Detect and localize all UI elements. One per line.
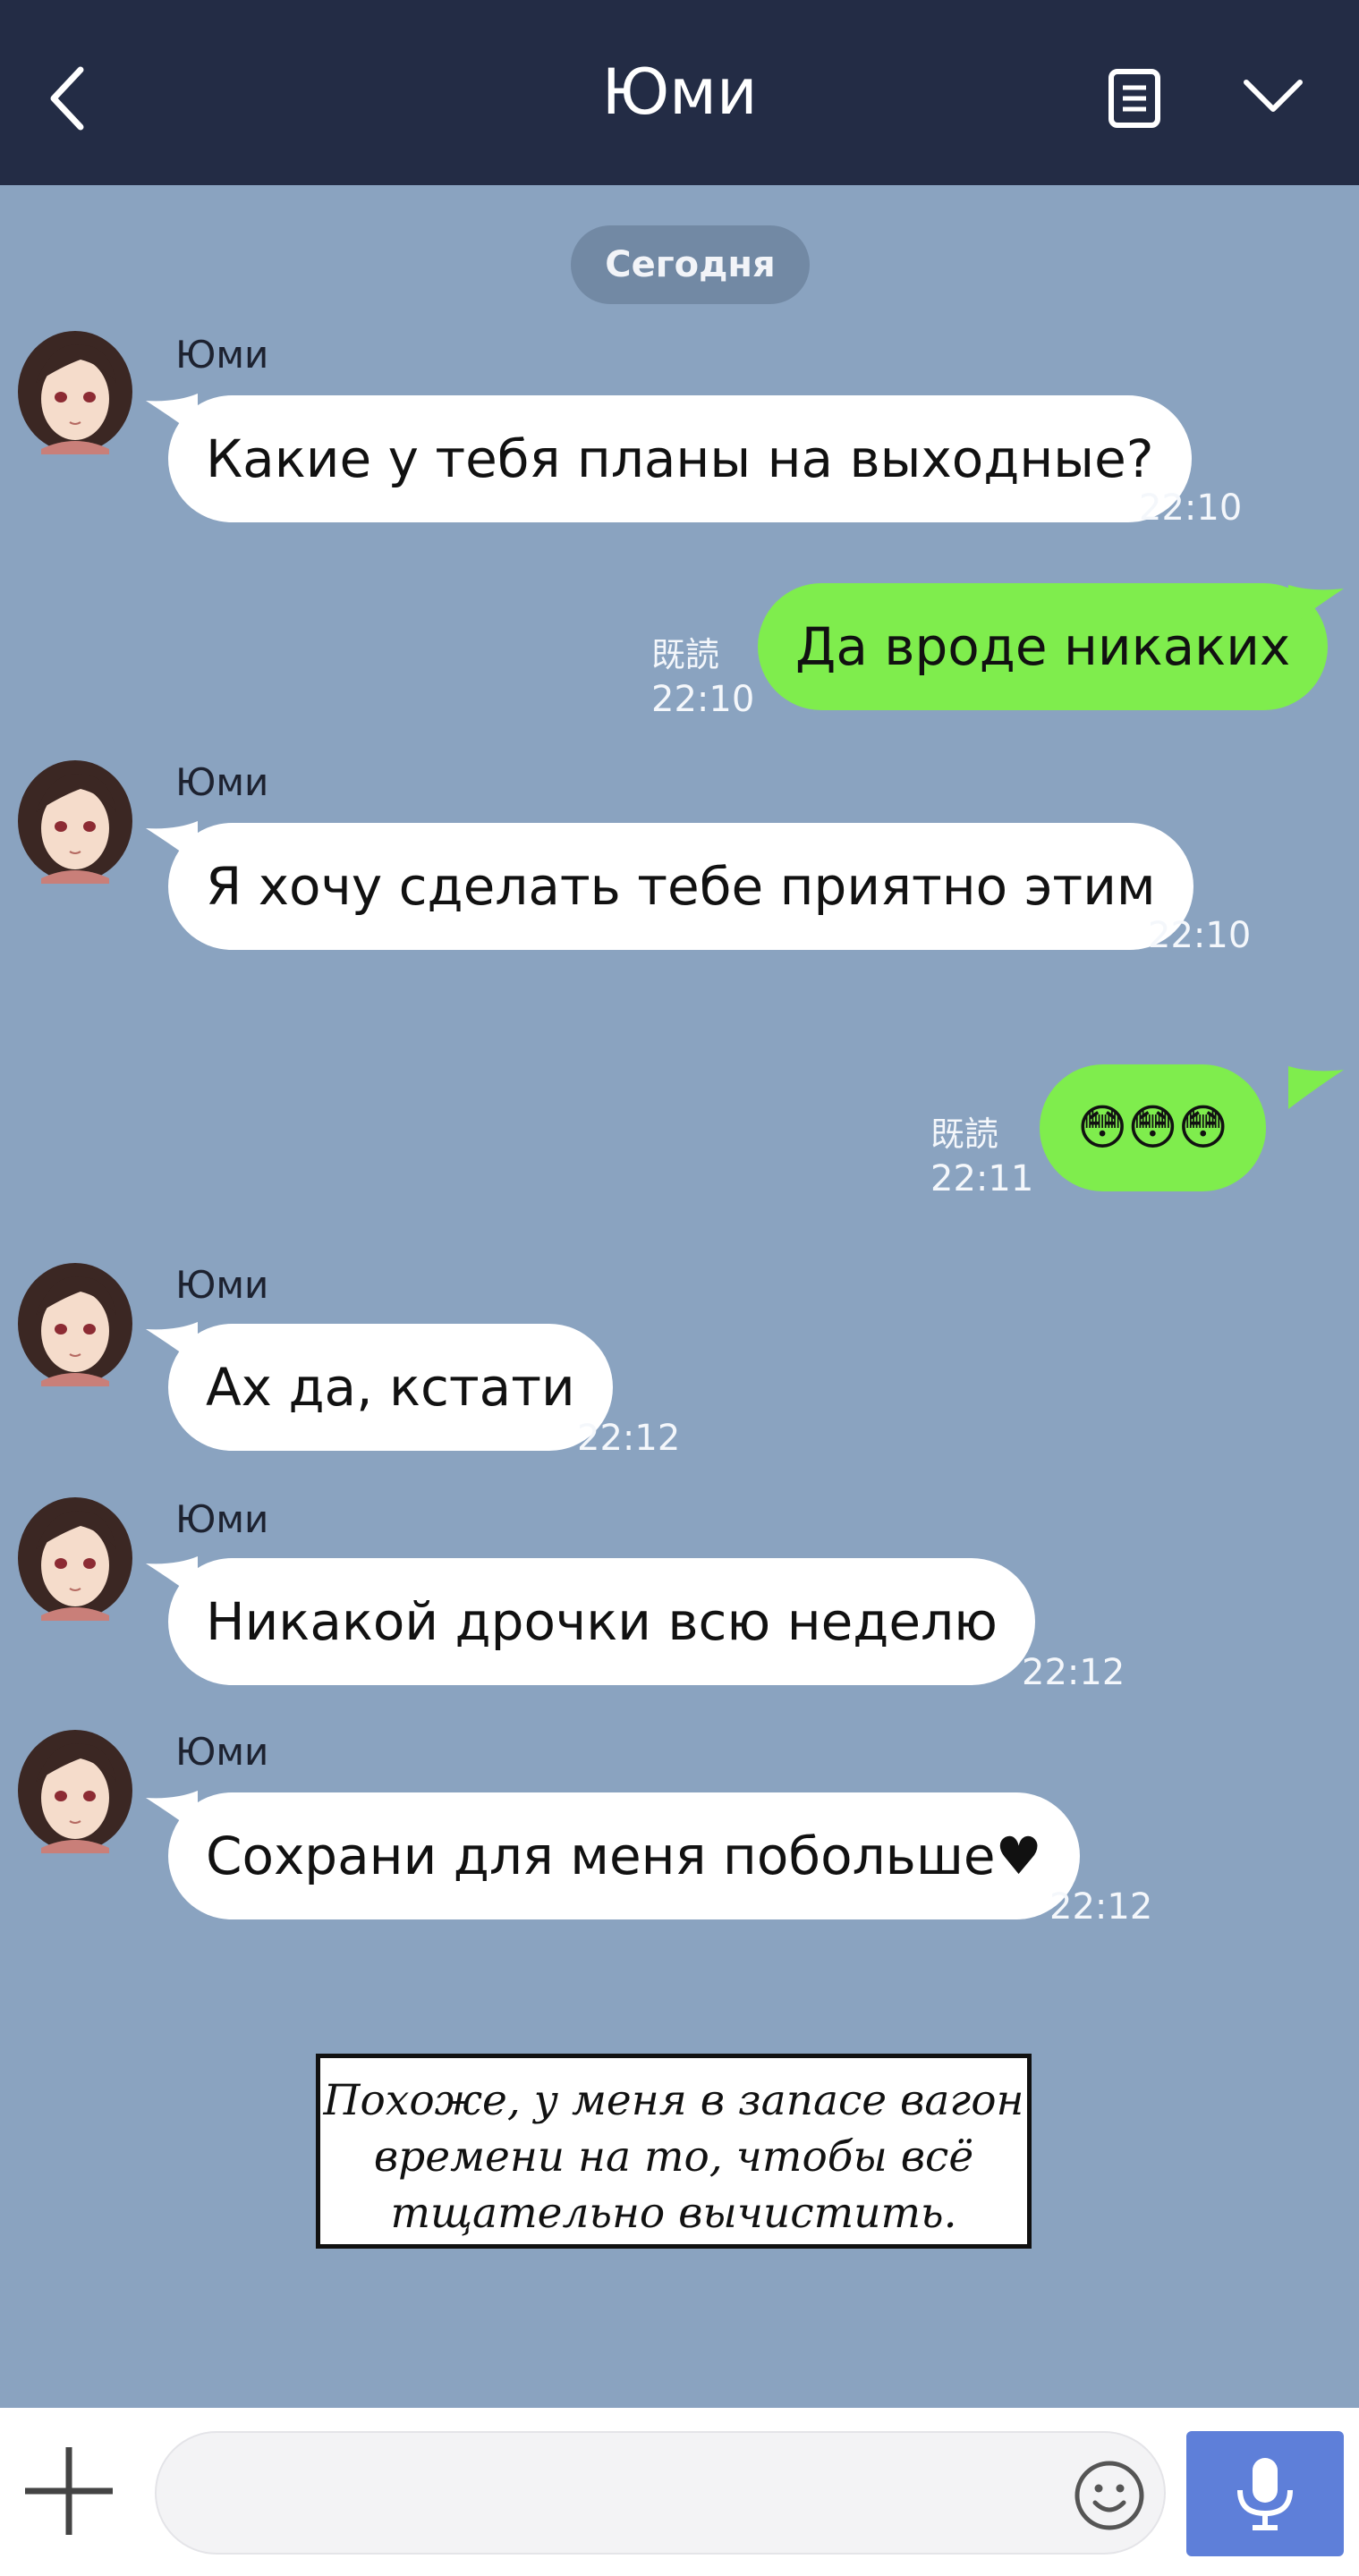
chevron-down-icon [1244, 80, 1303, 112]
read-receipt: 既読 [930, 1114, 999, 1154]
read-receipt: 既読 [651, 635, 720, 674]
sender-name: Юми [175, 760, 269, 804]
message-bubble[interactable]: Никакой дрочки всю неделю [168, 1558, 1035, 1685]
add-button[interactable] [20, 2442, 118, 2540]
message-bubble[interactable]: 😳😳😳 [1040, 1064, 1266, 1191]
sender-name: Юми [175, 333, 269, 377]
bubble-tail [1288, 585, 1344, 628]
avatar[interactable] [16, 329, 134, 454]
notes-button[interactable] [1108, 68, 1161, 129]
message-bubble[interactable]: Ах да, кстати [168, 1324, 613, 1451]
avatar[interactable] [16, 758, 134, 884]
message-time: 22:10 [1148, 915, 1252, 956]
caption-line: тщательно вычистить. [390, 2189, 957, 2238]
message-time: 22:12 [577, 1418, 681, 1459]
message-time: 22:11 [930, 1158, 1034, 1199]
message-bubble[interactable]: Сохрани для меня побольше♥ [168, 1792, 1080, 1919]
avatar[interactable] [16, 1728, 134, 1853]
sender-name: Юми [175, 1730, 269, 1774]
date-divider: Сегодня [571, 225, 810, 304]
message-bubble[interactable]: Я хочу сделать тебе приятно этим [168, 823, 1193, 950]
avatar[interactable] [16, 1261, 134, 1386]
microphone-icon [1237, 2458, 1293, 2530]
microphone-button[interactable] [1186, 2431, 1344, 2556]
sender-name: Юми [175, 1497, 269, 1541]
message-time: 22:10 [1139, 487, 1243, 529]
bubble-tail [1288, 1066, 1344, 1109]
message-bubble[interactable]: Какие у тебя планы на выходные? [168, 395, 1192, 522]
message-input[interactable] [155, 2431, 1166, 2555]
caption-line: времени на то, чтобы всё [373, 2132, 974, 2182]
chat-header: Юми [0, 0, 1359, 185]
message-time: 22:12 [1022, 1652, 1125, 1693]
notes-icon [1108, 69, 1160, 128]
plus-icon [25, 2447, 113, 2535]
caption-line: Похоже, у меня в запасе вагон [323, 2076, 1024, 2125]
emoji-button[interactable] [1072, 2458, 1147, 2533]
narration-caption: Похоже, у меня в запасе вагон времени на… [316, 2054, 1032, 2249]
sender-name: Юми [175, 1263, 269, 1307]
message-time: 22:12 [1049, 1886, 1153, 1928]
message-time: 22:10 [651, 679, 755, 720]
smiley-icon [1074, 2461, 1144, 2530]
avatar[interactable] [16, 1496, 134, 1621]
message-bubble[interactable]: Да вроде никаких [758, 583, 1329, 710]
menu-button[interactable] [1242, 77, 1304, 116]
